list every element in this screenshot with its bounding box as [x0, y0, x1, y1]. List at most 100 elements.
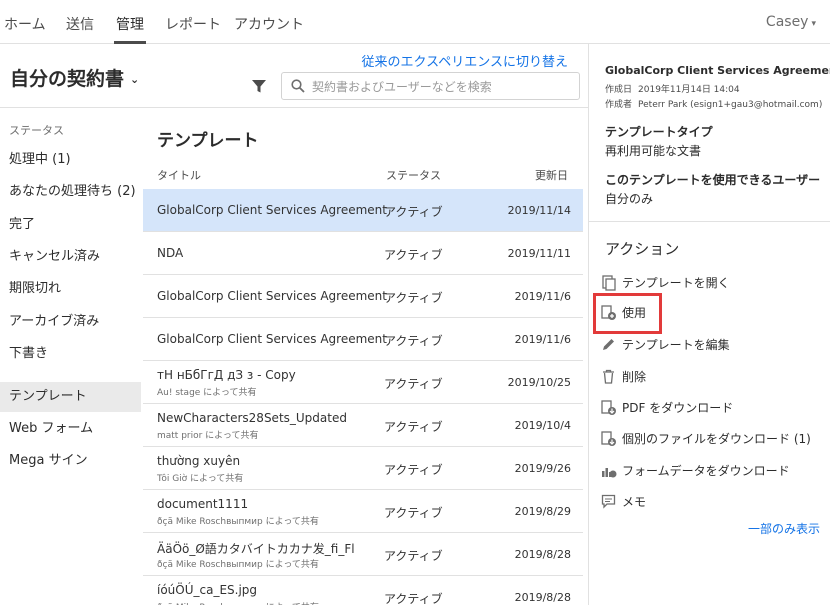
creator-label: 作成者: [605, 100, 633, 110]
sidebar-item-drafts[interactable]: 下書き: [0, 339, 141, 369]
table-row[interactable]: íóúÖÚ_ca_ES.jpg ðçã Mike Roschвыпмир によって…: [143, 576, 583, 605]
row-date: 2019/10/25: [507, 376, 571, 389]
trash-icon: [603, 369, 614, 384]
row-title: document1111: [157, 497, 249, 511]
row-title: ÄäÖö_Ø語カタバイトカカナ发_fi_Fl: [157, 542, 355, 556]
page-title: 自分の契約書: [10, 68, 125, 90]
filter-icon[interactable]: [251, 78, 267, 94]
template-type-value: 再利用可能な文書: [605, 144, 702, 158]
row-title: thường xuyên: [157, 454, 241, 468]
row-status: アクティブ: [384, 506, 443, 520]
search-input[interactable]: [312, 77, 572, 97]
table-row[interactable]: GlobalCorp Client Services Agreement アクティ…: [143, 275, 583, 318]
row-status: アクティブ: [384, 248, 443, 262]
row-status: アクティブ: [384, 205, 443, 219]
user-name: Casey: [765, 14, 809, 30]
top-nav: ホーム 送信 管理 レポート アカウント Casey ▾: [0, 0, 830, 44]
row-title: GlobalCorp Client Services Agreement: [157, 289, 387, 303]
row-status: アクティブ: [384, 463, 443, 477]
pencil-icon: [603, 339, 614, 350]
row-date: 2019/11/11: [507, 247, 571, 260]
row-shared-by: ðçã Mike Roschвыпмир によって共有: [157, 600, 319, 605]
row-title: NDA: [157, 246, 184, 260]
table-row[interactable]: тН нБбГгД дЗ з - Copy Au! stage によって共有 アクテ…: [143, 361, 583, 404]
sidebar-item-cancelled[interactable]: キャンセル済み: [0, 242, 141, 272]
note-icon: [601, 494, 616, 509]
template-list: テンプレート タイトル ステータス 更新日 GlobalCorp Client …: [141, 108, 587, 605]
search-box: [281, 72, 580, 100]
row-date: 2019/8/28: [514, 548, 571, 561]
tab-send[interactable]: 送信: [66, 14, 94, 34]
table-row[interactable]: GlobalCorp Client Services Agreement アクティ…: [143, 189, 583, 232]
row-date: 2019/8/28: [514, 591, 571, 604]
sidebar-item-completed[interactable]: 完了: [0, 210, 141, 240]
row-date: 2019/10/4: [514, 419, 571, 432]
table-row[interactable]: NewCharacters28Sets_Updatedmatt prior によ…: [143, 404, 583, 447]
row-shared-by: matt prior によって共有: [157, 431, 259, 441]
row-title: GlobalCorp Client Services Agreement: [157, 332, 387, 346]
tab-account[interactable]: アカウント: [234, 14, 304, 34]
panel-divider: [589, 221, 830, 222]
action-label: 個別のファイルをダウンロード (1): [622, 432, 811, 446]
list-title: テンプレート: [157, 131, 259, 151]
table-row[interactable]: document1111 ðçã Mike Roschвыпмир によって共有 ア…: [143, 490, 583, 533]
row-status: アクティブ: [384, 291, 443, 305]
template-users-label: このテンプレートを使用できるユーザー: [605, 173, 821, 187]
table-row[interactable]: GlobalCorp Client Services Agreement アクティ…: [143, 318, 583, 361]
action-label: フォームデータをダウンロード: [622, 464, 790, 478]
row-title: NewCharacters28Sets_Updated: [157, 411, 347, 425]
row-date: 2019/11/6: [514, 333, 571, 346]
row-status: アクティブ: [384, 549, 443, 563]
chevron-down-icon: ⌄: [130, 73, 140, 86]
action-label: テンプレートを開く: [622, 276, 730, 290]
sidebar-item-mega-sign[interactable]: Mega サイン: [0, 446, 141, 476]
column-header-title[interactable]: タイトル: [157, 167, 201, 183]
search-icon: [291, 79, 305, 93]
show-partial-link[interactable]: 一部のみ表示: [748, 520, 820, 537]
switch-experience-link[interactable]: 従来のエクスペリエンスに切り替え: [362, 51, 568, 70]
tab-manage[interactable]: 管理: [116, 14, 144, 34]
row-status: アクティブ: [384, 377, 443, 391]
row-shared-by: ðçã Mike Roschвыпмир によって共有: [157, 560, 319, 570]
template-type-label: テンプレートタイプ: [605, 125, 713, 139]
sidebar-item-templates[interactable]: テンプレート: [0, 382, 141, 412]
sidebar-item-expired[interactable]: 期限切れ: [0, 274, 141, 304]
row-date: 2019/11/6: [514, 290, 571, 303]
column-header-updated[interactable]: 更新日: [535, 167, 568, 183]
created-row: 作成日 2019年11月14日 14:04: [605, 82, 740, 95]
creator-value: Peterr Park (esign1+gau3@hotmail.com): [638, 100, 823, 110]
row-date: 2019/11/14: [507, 204, 571, 217]
sidebar-item-web-forms[interactable]: Web フォーム: [0, 414, 141, 444]
form-data-icon: [602, 468, 617, 478]
highlight-box: [593, 293, 662, 334]
row-status: アクティブ: [384, 334, 443, 348]
table-row[interactable]: NDA アクティブ 2019/11/11: [143, 232, 583, 275]
creator-row: 作成者 Peterr Park (esign1+gau3@hotmail.com): [605, 97, 822, 110]
table-body: GlobalCorp Client Services Agreement アクティ…: [143, 189, 583, 605]
table-row[interactable]: ÄäÖö_Ø語カタバイトカカナ发_fi_Fl ðçã Mike Roschвыпм…: [143, 533, 583, 576]
sidebar-item-waiting-for-you[interactable]: あなたの処理待ち (2): [0, 177, 141, 207]
sidebar-section-label: ステータス: [9, 124, 64, 137]
column-header-status[interactable]: ステータス: [386, 167, 441, 183]
action-label: メモ: [622, 495, 647, 509]
user-menu[interactable]: Casey ▾: [766, 14, 816, 30]
files-download-icon: [601, 431, 616, 446]
row-title: GlobalCorp Client Services Agreement: [157, 203, 387, 217]
tab-home[interactable]: ホーム: [4, 14, 46, 34]
row-title: íóúÖÚ_ca_ES.jpg: [157, 583, 258, 597]
open-doc-icon: [602, 275, 616, 291]
tab-reports[interactable]: レポート: [165, 14, 221, 34]
row-shared-by: Au! stage によって共有: [157, 388, 257, 398]
template-users-value: 自分のみ: [605, 192, 654, 206]
row-shared-by: ðçã Mike Roschвыпмир によって共有: [157, 517, 319, 527]
actions-heading: アクション: [605, 240, 680, 258]
details-panel: GlobalCorp Client Services Agreement 作成日…: [588, 44, 830, 605]
sidebar-item-archived[interactable]: アーカイブ済み: [0, 307, 141, 337]
agreements-dropdown[interactable]: 自分の契約書 ⌄: [10, 64, 139, 91]
row-shared-by: Tôi Giờ によって共有: [157, 474, 244, 484]
row-date: 2019/8/29: [514, 505, 571, 518]
sidebar-item-in-progress[interactable]: 処理中 (1): [0, 145, 141, 175]
table-row[interactable]: thường xuyên Tôi Giờ によって共有 アクティブ 2019/9/26: [143, 447, 583, 490]
doc-title: GlobalCorp Client Services Agreement: [605, 64, 830, 77]
action-label: テンプレートを編集: [622, 338, 730, 352]
